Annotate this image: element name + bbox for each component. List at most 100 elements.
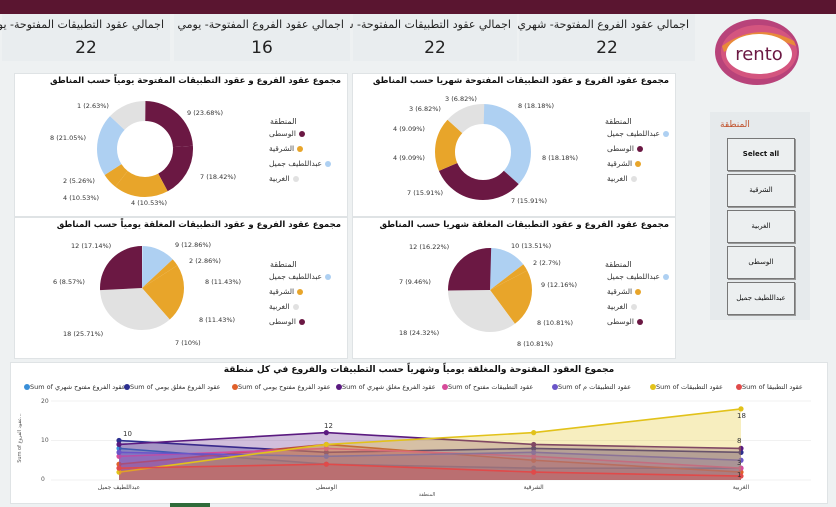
x-tick-label: الشرقية [524,484,544,491]
legend-item[interactable]: الشرقية [269,287,304,296]
pie-chart[interactable] [445,245,535,335]
slice-label: 7 (10%) [175,339,201,347]
data-point [323,430,329,436]
data-point [323,461,329,467]
kpi-value: 22 [75,38,97,58]
legend-item[interactable]: عبداللطيف جميل [607,272,670,281]
legend-item[interactable]: الوسطى [269,129,305,138]
y-tick: 0 [41,476,45,483]
legend-item[interactable]: الغربية [607,174,637,183]
data-label: 1 [737,471,741,479]
donut-panel-monthly-open: مجموع عقود الفروع و عقود التطبيقات المفت… [352,73,676,217]
legend-title: المنطقة [605,117,632,126]
kpi-value: 22 [424,38,446,58]
data-label: 3 [737,459,741,467]
chart-title: مجموع عقود الفروع و عقود التطبيقات المفت… [50,76,341,86]
slice-label: 8 (11.43%) [199,316,236,324]
legend-dot [297,289,304,295]
kpi-card-apps-monthly: اجمالي عقود التطبيقات المفتوحة- شهري 22 [325,14,517,61]
legend-title: المنطقة [270,117,297,126]
data-label: 18 [737,412,746,420]
rento-logo: rento [712,16,802,88]
slice-label: 8 (11.43%) [205,278,242,286]
page-tab-indicator[interactable] [170,503,210,507]
data-point [116,441,122,448]
slice-label: 12 (17.14%) [71,242,112,250]
kpi-card-apps-daily: اجمالي عقود التطبيقات المفتوحة- يومي 22 [0,14,170,61]
legend-item[interactable]: الوسطى [269,317,305,326]
chart-title: مجموع عقود الفروع و عقود التطبيقات المغل… [379,220,669,230]
pie-panel-daily-closed: مجموع عقود الفروع و عقود التطبيقات المغل… [14,217,348,359]
legend-item[interactable]: الشرقية [269,144,304,153]
legend-dot [630,176,637,182]
slice-label: 18 (24.32%) [399,329,440,337]
line-chart-panel: مجموع العقود المفتوحة والمغلقة يومياً وش… [10,362,828,504]
slice-label: 9 (12.16%) [541,281,578,289]
data-point [738,406,744,412]
y-tick: 10 [41,437,49,444]
legend-dot [635,161,642,167]
legend-item[interactable]: الوسطى [607,317,643,326]
legend-dot [297,146,304,152]
x-tick-label: عبداللطيف جميل [98,484,140,491]
top-bar [0,0,836,14]
slice-label: 10 (13.51%) [511,242,552,250]
legend-dot [325,161,332,167]
legend-title: المنطقة [270,260,297,269]
area-chart[interactable]: Sum of عقود الفروع... 20 10 0 المنطقة عب… [11,363,827,503]
x-tick-label: الوسطى [316,484,338,491]
slice-label: 3 (6.82%) [409,105,441,113]
slice-label: 7 (9.46%) [399,278,431,286]
slice-label: 4 (10.53%) [63,194,100,202]
legend-dot [663,274,670,280]
legend-item[interactable]: عبداللطيف جميل [269,159,332,168]
kpi-title: اجمالي عقود الفروع المفتوحة- يومي [177,18,344,31]
legend-item[interactable]: الشرقية [607,287,642,296]
legend-item[interactable]: الشرقية [607,159,642,168]
legend-item[interactable]: عبداللطيف جميل [607,129,670,138]
legend-dot [636,146,643,152]
donut-chart[interactable] [95,99,195,199]
legend-item[interactable]: عبداللطيف جميل [269,272,332,281]
slice-label: 3 (6.82%) [445,95,477,103]
slicer-title: المنطقة [720,120,750,130]
legend-dot [630,304,637,310]
slicer-item-sharqiya[interactable]: الشرقية [727,174,795,207]
slicer-select-all-button[interactable]: Select all [727,138,795,171]
slice-label: 2 (2.86%) [189,257,221,265]
legend-item[interactable]: الغربية [607,302,637,311]
kpi-title: اجمالي عقود الفروع المفتوحة- شهري [517,18,689,31]
data-point [323,441,329,448]
data-label: 12 [324,422,333,430]
slice-label: 7 (18.42%) [200,173,237,181]
slice-label: 4 (9.09%) [393,154,425,162]
slice-label: 18 (25.71%) [63,330,104,338]
data-point [531,469,537,475]
legend-item[interactable]: الغربية [269,174,299,183]
pie-panel-monthly-closed: مجموع عقود الفروع و عقود التطبيقات المغل… [352,217,676,359]
region-slicer: المنطقة Select all الشرقية الغربية الوسط… [710,112,810,320]
pie-chart[interactable] [97,243,187,333]
slicer-item-wasta[interactable]: الوسطى [727,246,795,279]
legend-dot [298,319,305,325]
slice-label: 1 (2.63%) [77,102,109,110]
y-tick: 20 [41,398,49,405]
legend-dot [298,131,305,137]
slice-label: 4 (10.53%) [131,199,168,207]
legend-dot [325,274,332,280]
legend-item[interactable]: الغربية [269,302,299,311]
slice-label: 6 (8.57%) [53,278,85,286]
slice-label: 8 (10.81%) [537,319,574,327]
legend-dot [292,176,299,182]
data-point [531,430,537,436]
kpi-value: 22 [596,38,618,58]
slice-label: 8 (18.18%) [542,154,579,162]
slicer-item-jameel[interactable]: عبداللطيف جميل [727,282,795,315]
slice-label: 9 (23.68%) [187,109,224,117]
donut-chart[interactable] [433,102,533,202]
slice-label: 9 (12.86%) [175,241,212,249]
legend-item[interactable]: الوسطى [607,144,643,153]
slicer-item-gharbiya[interactable]: الغربية [727,210,795,243]
series-layer [51,400,811,481]
data-point [116,465,122,471]
